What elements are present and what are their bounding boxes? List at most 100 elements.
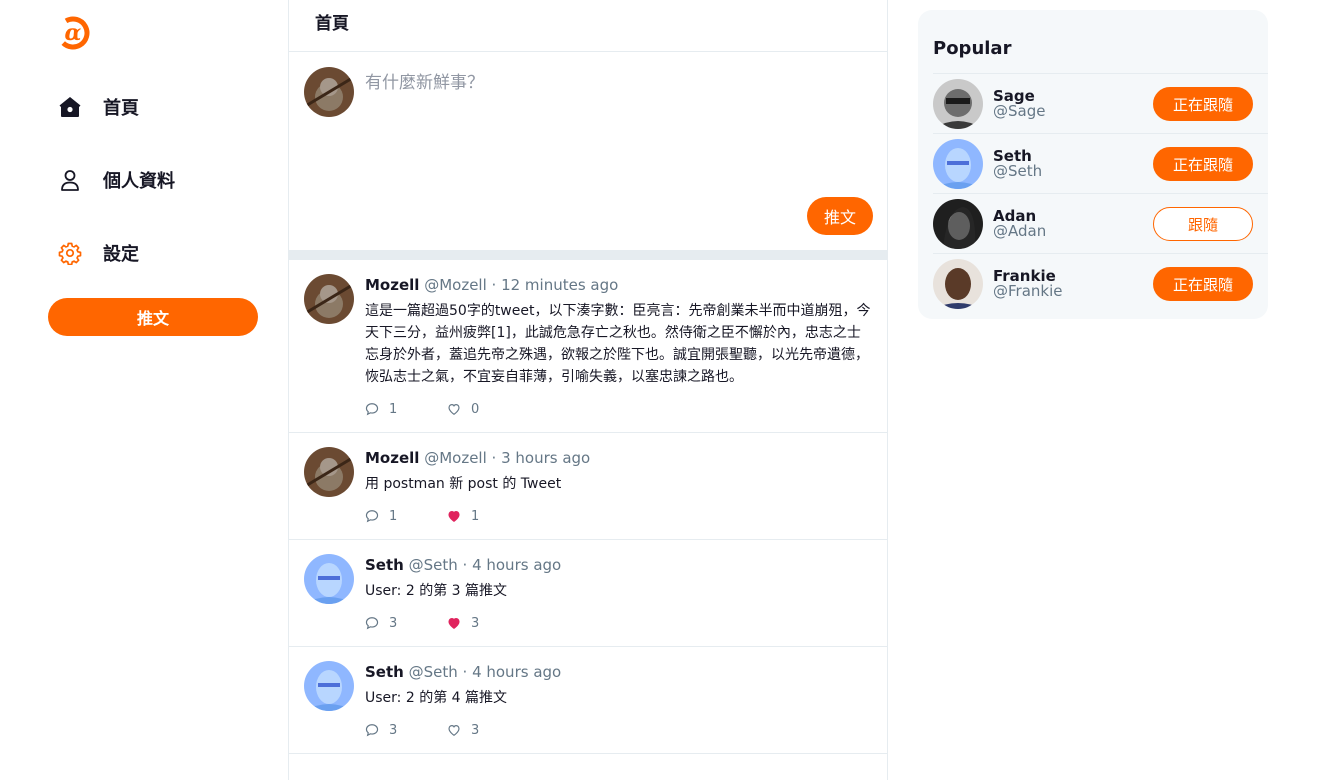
gear-icon — [58, 241, 82, 265]
tweet-header: Mozell @Mozell · 3 hours ago — [365, 447, 872, 469]
reply-count: 3 — [389, 722, 398, 738]
alpha-logo-icon[interactable]: α — [56, 16, 90, 50]
unfollow-button[interactable]: 正在跟隨 — [1153, 87, 1253, 121]
tweet-separator: · — [457, 663, 473, 681]
reply-icon — [365, 403, 379, 416]
like-count: 1 — [471, 508, 480, 524]
reply-count: 3 — [389, 615, 398, 631]
tweet-item[interactable]: Seth @Seth · 4 hours ago User: 2 的第 3 篇推文… — [289, 540, 887, 647]
like-button[interactable]: 3 — [447, 723, 529, 738]
tweet-timestamp: 4 hours ago — [472, 663, 562, 681]
popular-user-info: Seth @Seth — [993, 148, 1042, 179]
svg-text:α: α — [65, 20, 82, 46]
sidebar-item-settings[interactable]: 設定 — [58, 238, 139, 268]
tweet-text: User: 2 的第 4 篇推文 — [365, 690, 507, 706]
popular-user-handle[interactable]: @Adan — [993, 223, 1046, 239]
popular-user-row[interactable]: Adan @Adan 跟隨 — [933, 193, 1268, 253]
reply-button[interactable]: 1 — [365, 509, 447, 524]
popular-user-info: Adan @Adan — [993, 208, 1046, 239]
user-icon — [58, 168, 82, 192]
avatar — [304, 661, 354, 711]
tweet-author-name[interactable]: Seth — [365, 556, 404, 574]
popular-user-info: Sage @Sage — [993, 88, 1045, 119]
heart-icon — [448, 725, 460, 736]
tweet-separator: · — [457, 556, 473, 574]
avatar — [933, 198, 983, 249]
reply-button[interactable]: 3 — [365, 723, 447, 738]
sidebar-item-label: 首頁 — [103, 98, 139, 119]
heart-icon — [448, 511, 460, 522]
reply-button[interactable]: 3 — [365, 616, 447, 631]
popular-user-info: Frankie @Frankie — [993, 268, 1063, 299]
tweet-actions: 10 — [365, 398, 872, 420]
avatar — [304, 274, 354, 324]
tweet-header: Seth @Seth · 4 hours ago — [365, 554, 872, 576]
tweet-item[interactable]: Mozell @Mozell · 12 minutes ago 這是一篇超過50字… — [289, 260, 887, 433]
unfollow-button[interactable]: 正在跟隨 — [1153, 267, 1253, 301]
popular-user-handle[interactable]: @Frankie — [993, 283, 1063, 299]
popular-user-handle[interactable]: @Seth — [993, 163, 1042, 179]
tweet-item[interactable]: Mozell @Mozell · 3 hours ago 用 postman 新 … — [289, 433, 887, 540]
reply-count: 1 — [389, 401, 398, 417]
tweet-header: Seth @Seth · 4 hours ago — [365, 661, 872, 683]
avatar — [304, 67, 354, 117]
popular-user-row[interactable]: Seth @Seth 正在跟隨 — [933, 133, 1268, 193]
reply-icon — [365, 724, 379, 737]
sidebar: α 首頁 個人資料 設定 推文 — [0, 0, 288, 780]
tweet-author-handle[interactable]: @Seth — [409, 663, 458, 681]
tweet-author-handle[interactable]: @Mozell — [424, 449, 487, 467]
sidebar-item-home[interactable]: 首頁 — [58, 92, 139, 122]
composer-input[interactable]: 有什麼新鮮事？ — [365, 68, 484, 93]
tweet-header: Mozell @Mozell · 12 minutes ago — [365, 274, 872, 296]
avatar — [933, 138, 983, 189]
like-button[interactable]: 1 — [447, 509, 529, 524]
tweet-text: User: 2 的第 3 篇推文 — [365, 583, 507, 599]
tweet-timestamp: 4 hours ago — [472, 556, 562, 574]
like-button[interactable]: 3 — [447, 616, 529, 631]
tweet-list: Mozell @Mozell · 12 minutes ago 這是一篇超過50字… — [289, 260, 887, 754]
popular-user-handle[interactable]: @Sage — [993, 103, 1045, 119]
popular-title: Popular — [933, 38, 1012, 59]
page-title: 首頁 — [315, 14, 349, 34]
heart-icon — [448, 618, 460, 629]
popular-panel: Popular Sage @Sage 正在跟隨 Seth @Seth 正在跟隨 Adan @A… — [918, 10, 1268, 319]
unfollow-button[interactable]: 正在跟隨 — [1153, 147, 1253, 181]
tweet-author-name[interactable]: Mozell — [365, 276, 419, 294]
divider — [289, 250, 887, 260]
reply-count: 1 — [389, 508, 398, 524]
tweet-composer: 有什麼新鮮事？ 推文 — [289, 52, 887, 250]
sidebar-item-profile[interactable]: 個人資料 — [58, 165, 175, 195]
tweet-text: 用 postman 新 post 的 Tweet — [365, 476, 562, 492]
popular-user-row[interactable]: Sage @Sage 正在跟隨 — [933, 73, 1268, 133]
tweet-author-handle[interactable]: @Mozell — [424, 276, 487, 294]
tweet-separator: · — [486, 449, 502, 467]
tweet-actions: 33 — [365, 719, 872, 741]
reply-button[interactable]: 1 — [365, 402, 447, 417]
avatar — [933, 258, 983, 309]
tweet-author-name[interactable]: Seth — [365, 663, 404, 681]
tweet-separator: · — [486, 276, 502, 294]
avatar — [933, 78, 983, 129]
popular-user-row[interactable]: Frankie @Frankie 正在跟隨 — [933, 253, 1268, 313]
like-count: 3 — [471, 722, 480, 738]
main-feed: 首頁 有什麼新鮮事？ 推文 Mozell @Mozell · 12 minute… — [288, 0, 888, 780]
reply-icon — [365, 510, 379, 523]
like-count: 3 — [471, 615, 480, 631]
home-icon — [58, 95, 82, 119]
like-button[interactable]: 0 — [447, 402, 529, 417]
tweet-author-name[interactable]: Mozell — [365, 449, 419, 467]
reply-icon — [365, 617, 379, 630]
tweet-text: 這是一篇超過50字的tweet，以下湊字數：臣亮言：先帝創業未半而中道崩殂，今天… — [365, 303, 871, 385]
composer-submit-button[interactable]: 推文 — [807, 197, 873, 235]
page-header: 首頁 — [289, 0, 887, 52]
avatar — [304, 554, 354, 604]
sidebar-item-label: 個人資料 — [103, 171, 175, 192]
tweet-timestamp: 3 hours ago — [501, 449, 591, 467]
tweet-item[interactable]: Seth @Seth · 4 hours ago User: 2 的第 4 篇推文… — [289, 647, 887, 754]
sidebar-tweet-button[interactable]: 推文 — [48, 298, 258, 336]
heart-icon — [448, 404, 460, 415]
tweet-timestamp: 12 minutes ago — [501, 276, 619, 294]
tweet-actions: 11 — [365, 505, 872, 527]
follow-button[interactable]: 跟隨 — [1153, 207, 1253, 241]
tweet-author-handle[interactable]: @Seth — [409, 556, 458, 574]
